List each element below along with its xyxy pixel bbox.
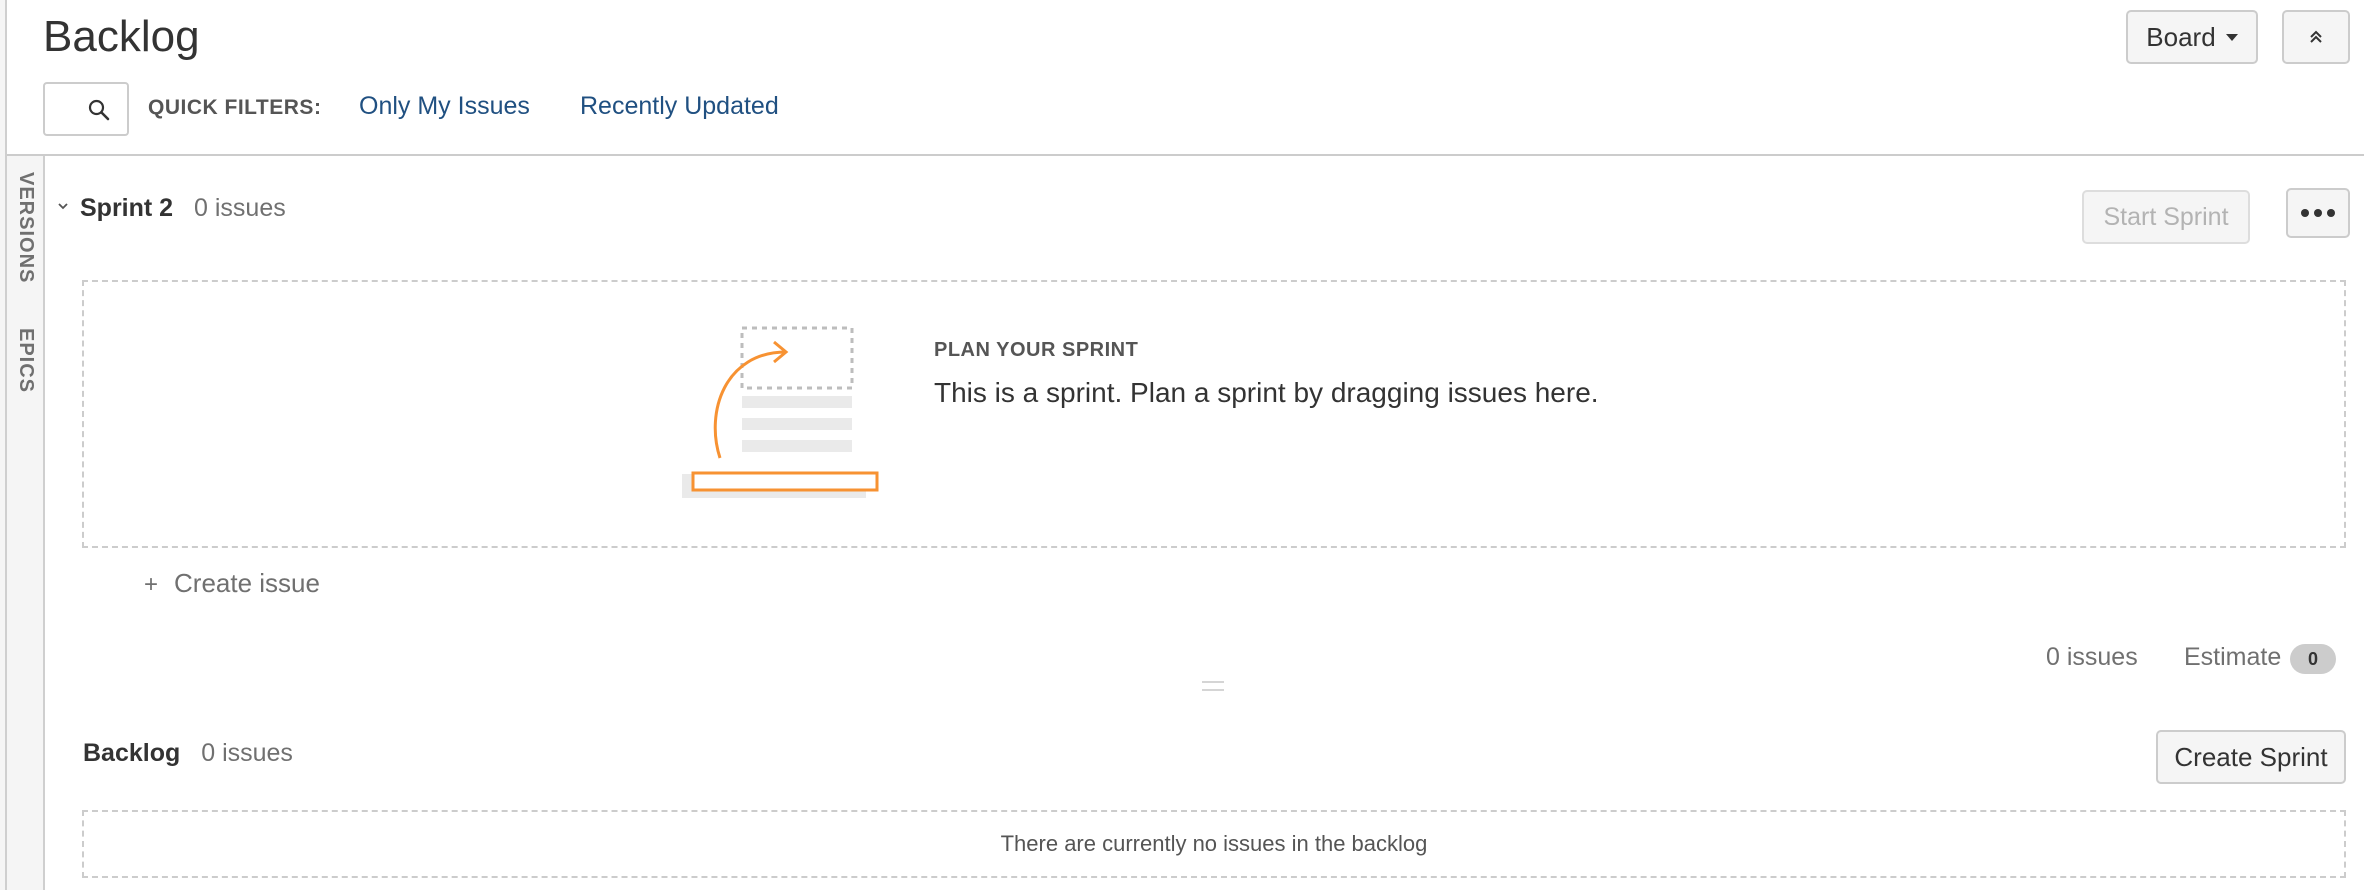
quick-filters-label: QUICK FILTERS:: [148, 96, 322, 119]
resize-handle[interactable]: [1202, 681, 1224, 691]
plan-sprint-description: This is a sprint. Plan a sprint by dragg…: [934, 377, 1599, 408]
sprint-issue-count: 0 issues: [194, 194, 286, 222]
caret-down-icon: [2225, 33, 2238, 41]
backlog-header: Backlog 0 issues: [83, 739, 293, 768]
side-rail: VERSIONS EPICS: [7, 156, 45, 890]
plus-icon: +: [144, 571, 159, 598]
board-dropdown-button[interactable]: Board: [2126, 10, 2258, 64]
backlog-empty-message: There are currently no issues in the bac…: [1000, 831, 1428, 856]
collapse-header-button[interactable]: [2282, 10, 2350, 64]
filter-only-my-issues[interactable]: Only My Issues: [359, 92, 530, 121]
plan-sprint-illustration: [682, 326, 879, 498]
backlog-drop-zone[interactable]: There are currently no issues in the bac…: [82, 810, 2346, 878]
search-input[interactable]: [43, 82, 129, 136]
sprint-footer-issue-count: 0 issues: [2046, 643, 2138, 671]
header-divider: [7, 154, 2364, 156]
create-issue-label: Create issue: [174, 568, 320, 598]
create-issue-link[interactable]: + Create issue: [144, 568, 320, 599]
double-chevron-up-icon: [2310, 30, 2322, 43]
start-sprint-button[interactable]: Start Sprint: [2082, 190, 2250, 244]
more-dots-icon: [2301, 209, 2335, 217]
backlog-name: Backlog: [83, 739, 181, 767]
sprint-drop-zone[interactable]: [82, 280, 2346, 548]
create-sprint-button[interactable]: Create Sprint: [2156, 730, 2346, 784]
estimate-badge: 0: [2290, 644, 2336, 674]
page-title: Backlog: [43, 12, 200, 61]
board-button-label: Board: [2146, 21, 2216, 52]
chevron-down-icon[interactable]: [56, 199, 70, 213]
sprint-header: Sprint 2 0 issues: [80, 194, 286, 223]
versions-tab[interactable]: VERSIONS: [14, 172, 37, 283]
sprint-more-button[interactable]: [2286, 188, 2350, 238]
epics-tab[interactable]: EPICS: [14, 328, 37, 393]
sprint-name: Sprint 2: [80, 194, 174, 222]
left-edge-border: [0, 0, 7, 890]
estimate-label: Estimate: [2184, 643, 2282, 671]
plan-sprint-title: PLAN YOUR SPRINT: [934, 339, 1139, 361]
filter-recently-updated[interactable]: Recently Updated: [580, 92, 779, 121]
backlog-issue-count: 0 issues: [201, 739, 293, 767]
search-icon: [88, 99, 110, 121]
